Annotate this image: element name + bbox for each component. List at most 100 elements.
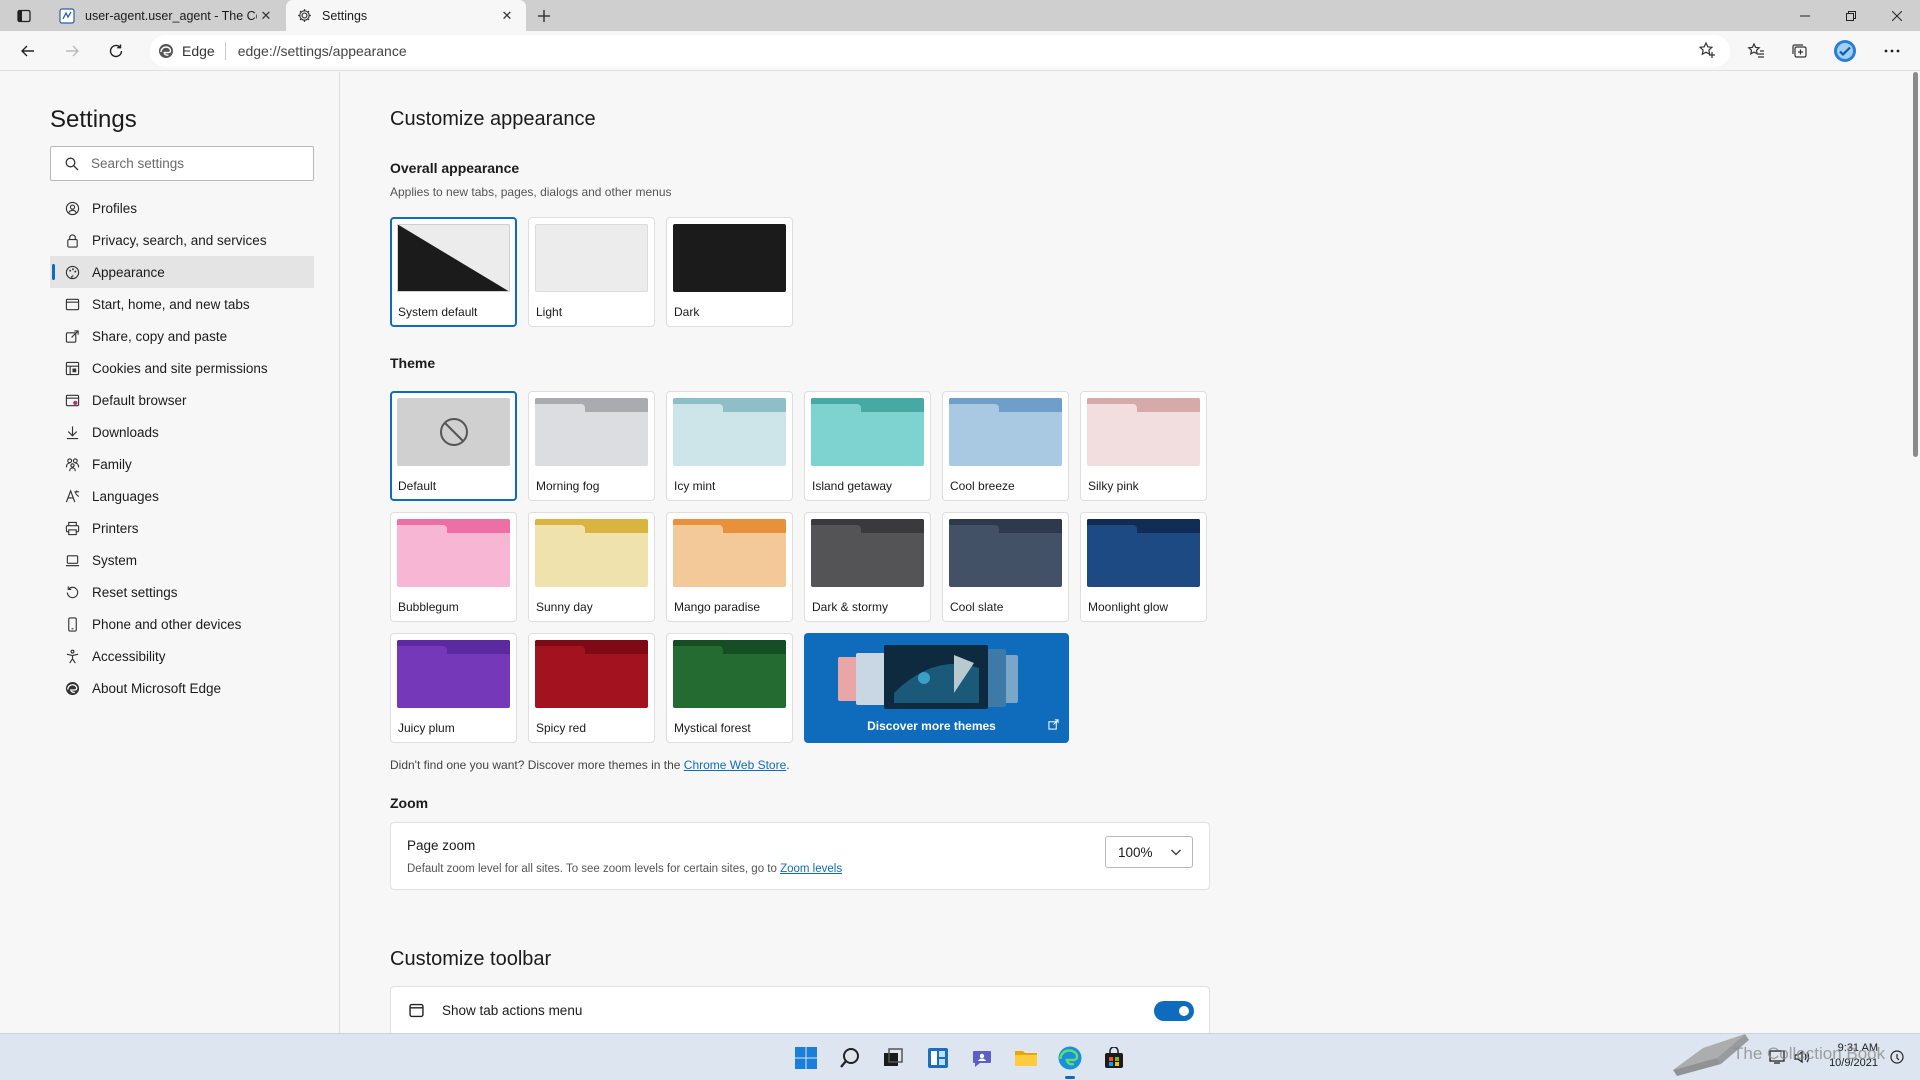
- zoom-desc-text: Default zoom level for all sites. To see…: [407, 863, 781, 875]
- chat-button[interactable]: [966, 1042, 998, 1074]
- task-view-button[interactable]: [877, 1042, 909, 1074]
- theme-preview: [949, 519, 1062, 587]
- favorites-button[interactable]: [1740, 36, 1772, 66]
- theme-folder-shape: [535, 398, 648, 466]
- scrollbar-thumb[interactable]: [1913, 72, 1918, 457]
- sidebar-item-about[interactable]: About Microsoft Edge: [50, 672, 314, 704]
- close-window-button[interactable]: [1874, 0, 1920, 31]
- sidebar-item-downloads[interactable]: Downloads: [50, 416, 314, 448]
- restore-icon: [1846, 10, 1856, 21]
- sidebar-item-share[interactable]: Share, copy and paste: [50, 320, 314, 352]
- widgets-button[interactable]: [922, 1042, 954, 1074]
- sidebar-item-label: Phone and other devices: [92, 616, 242, 632]
- appearance-option-light[interactable]: Light: [528, 217, 655, 327]
- theme-option-island-getaway[interactable]: Island getaway: [804, 391, 931, 501]
- watermark-text: The Collection Book: [1733, 1044, 1886, 1063]
- appearance-option-label: System default: [398, 305, 478, 319]
- new-tab-button[interactable]: [530, 3, 558, 29]
- forward-button[interactable]: [56, 36, 88, 66]
- theme-folder-tab: [673, 525, 723, 533]
- theme-folder-shape: [397, 519, 510, 587]
- theme-option-silky-pink[interactable]: Silky pink: [1080, 391, 1207, 501]
- appearance-option-system-default[interactable]: System default: [390, 217, 517, 327]
- theme-option-bubblegum[interactable]: Bubblegum: [390, 512, 517, 622]
- more-horizontal-icon: [1884, 49, 1900, 53]
- profile-button[interactable]: [1829, 36, 1861, 66]
- edge-site-chip[interactable]: Edge: [158, 42, 226, 60]
- theme-option-icy-mint[interactable]: Icy mint: [666, 391, 793, 501]
- page-scrollbar[interactable]: [1910, 71, 1920, 1033]
- theme-option-cool-slate[interactable]: Cool slate: [942, 512, 1069, 622]
- sidebar-item-phone[interactable]: Phone and other devices: [50, 608, 314, 640]
- restore-button[interactable]: [1828, 0, 1874, 31]
- tab-user-agent[interactable]: user-agent.user_agent - The Coll ✕: [49, 0, 285, 31]
- theme-option-mystical-forest[interactable]: Mystical forest: [666, 633, 793, 743]
- back-button[interactable]: [12, 36, 44, 66]
- sidebar-item-appearance[interactable]: Appearance: [50, 256, 314, 288]
- theme-option-morning-fog[interactable]: Morning fog: [528, 391, 655, 501]
- sidebar-item-system[interactable]: System: [50, 544, 314, 576]
- theme-option-moonlight-glow[interactable]: Moonlight glow: [1080, 512, 1207, 622]
- sidebar-item-start-home[interactable]: Start, home, and new tabs: [50, 288, 314, 320]
- sidebar-item-label: Start, home, and new tabs: [92, 296, 250, 312]
- chrome-web-store-link[interactable]: Chrome Web Store: [684, 758, 787, 772]
- store-bag-icon: [1105, 1047, 1123, 1068]
- theme-folder-tab: [535, 404, 585, 412]
- sidebar-item-family[interactable]: Family: [50, 448, 314, 480]
- search-settings-input[interactable]: [91, 156, 301, 171]
- theme-option-mango-paradise[interactable]: Mango paradise: [666, 512, 793, 622]
- start-button[interactable]: [790, 1042, 822, 1074]
- windows-taskbar: 9:31 AM 10/9/2021: [0, 1033, 1920, 1080]
- overall-appearance-subtitle: Applies to new tabs, pages, dialogs and …: [390, 185, 672, 199]
- settings-nav-list: Profiles Privacy, search, and services A…: [50, 192, 314, 704]
- close-tab-icon[interactable]: ✕: [257, 7, 275, 25]
- settings-more-button[interactable]: [1876, 36, 1908, 66]
- theme-option-sunny-day[interactable]: Sunny day: [528, 512, 655, 622]
- tab-actions-icon: [409, 1003, 424, 1021]
- discover-more-themes-label: Discover more themes: [867, 719, 996, 733]
- tab-settings[interactable]: Settings ✕: [286, 0, 526, 31]
- sidebar-item-label: Accessibility: [92, 648, 166, 664]
- theme-preview: [535, 398, 648, 466]
- search-settings-box[interactable]: [50, 146, 314, 181]
- sidebar-item-default-browser[interactable]: Default browser: [50, 384, 314, 416]
- zoom-value: 100%: [1118, 844, 1153, 860]
- refresh-button[interactable]: [100, 36, 132, 66]
- sidebar-item-privacy[interactable]: Privacy, search, and services: [50, 224, 314, 256]
- page-zoom-select[interactable]: 100%: [1105, 836, 1193, 868]
- family-icon: [64, 456, 80, 472]
- theme-folder-shape: [811, 519, 924, 587]
- file-explorer-button[interactable]: [1010, 1042, 1042, 1074]
- sidebar-item-reset[interactable]: Reset settings: [50, 576, 314, 608]
- search-taskbar-button[interactable]: [834, 1042, 866, 1074]
- sidebar-item-printers[interactable]: Printers: [50, 512, 314, 544]
- store-button[interactable]: [1098, 1042, 1130, 1074]
- sidebar-item-languages[interactable]: Languages: [50, 480, 314, 512]
- settings-sidebar: Settings Profiles Privacy, search, and s…: [0, 72, 340, 1033]
- sidebar-item-profiles[interactable]: Profiles: [50, 192, 314, 224]
- zoom-levels-link[interactable]: Zoom levels: [780, 863, 842, 875]
- show-tab-actions-toggle[interactable]: [1154, 1001, 1194, 1021]
- theme-option-juicy-plum[interactable]: Juicy plum: [390, 633, 517, 743]
- theme-option-default[interactable]: Default: [390, 391, 517, 501]
- discover-more-themes-button[interactable]: Discover more themes: [804, 633, 1069, 743]
- sidebar-item-cookies[interactable]: Cookies and site permissions: [50, 352, 314, 384]
- collections-button[interactable]: [1784, 36, 1816, 66]
- minimize-button[interactable]: [1782, 0, 1828, 31]
- notification-icon[interactable]: [1886, 1046, 1908, 1068]
- theme-option-label: Mango paradise: [674, 600, 761, 614]
- close-tab-icon[interactable]: ✕: [498, 7, 516, 25]
- zoom-heading: Zoom: [390, 795, 429, 811]
- edge-taskbar-button[interactable]: [1054, 1042, 1086, 1079]
- add-favorite-icon[interactable]: [1698, 41, 1716, 62]
- appearance-option-dark[interactable]: Dark: [666, 217, 793, 327]
- theme-preview: [673, 519, 786, 587]
- address-bar[interactable]: Edge edge://settings/appearance: [150, 35, 1730, 67]
- theme-option-dark-stormy[interactable]: Dark & stormy: [804, 512, 931, 622]
- sidebar-item-accessibility[interactable]: Accessibility: [50, 640, 314, 672]
- theme-option-cool-breeze[interactable]: Cool breeze: [942, 391, 1069, 501]
- theme-option-spicy-red[interactable]: Spicy red: [528, 633, 655, 743]
- theme-option-label: Dark & stormy: [812, 600, 889, 614]
- edge-logo-icon: [159, 44, 173, 58]
- tab-actions-button[interactable]: [8, 3, 40, 29]
